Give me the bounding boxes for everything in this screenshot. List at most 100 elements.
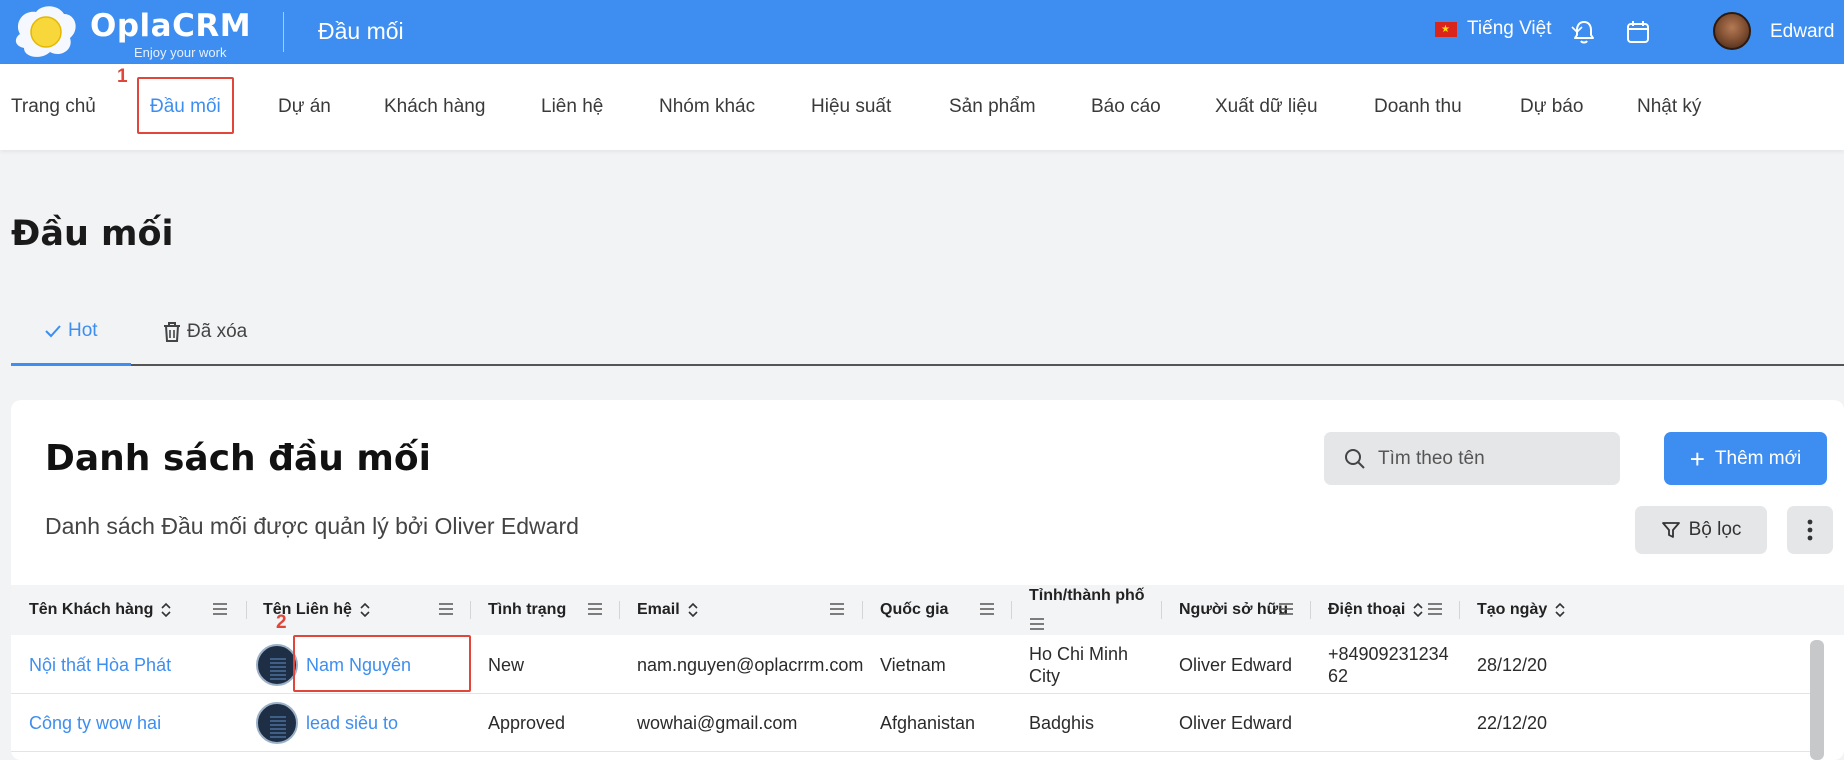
list-title: Danh sách đầu mối: [45, 438, 431, 479]
search-input[interactable]: [1378, 447, 1608, 470]
phone-cell: +8490923123462: [1328, 644, 1449, 686]
nav-item-contacts[interactable]: Liên hệ: [541, 96, 603, 118]
col-status-label: Tình trạng: [488, 601, 567, 618]
leads-card: Danh sách đầu mối Danh sách Đầu mối được…: [11, 400, 1844, 760]
created-cell: 28/12/20: [1477, 655, 1548, 675]
add-new-button[interactable]: + Thêm mới: [1664, 432, 1827, 485]
filter-button[interactable]: Bộ lọc: [1635, 506, 1767, 554]
annotation-number-2: 2: [276, 612, 287, 633]
col-city[interactable]: Tỉnh/thành phố: [1029, 585, 1145, 635]
column-menu-icon[interactable]: [1278, 602, 1294, 616]
nav-item-projects[interactable]: Dự án: [278, 96, 331, 118]
tab-hot[interactable]: Hot: [44, 320, 98, 342]
language-label: Tiếng Việt: [1467, 18, 1552, 39]
column-menu-icon[interactable]: [1427, 602, 1443, 616]
sort-icon[interactable]: [1555, 602, 1565, 618]
search-icon: [1345, 448, 1365, 469]
nav-item-reports[interactable]: Báo cáo: [1091, 96, 1161, 118]
column-menu-icon[interactable]: [438, 602, 454, 616]
logo-icon: [15, 6, 76, 57]
annotation-box-2: [293, 635, 471, 692]
column-menu-icon[interactable]: [212, 602, 228, 616]
nav-item-home[interactable]: Trang chủ: [11, 96, 96, 118]
annotation-box-1: [137, 77, 234, 134]
nav-item-performance[interactable]: Hiệu suất: [811, 96, 891, 118]
status-cell: New: [488, 655, 525, 675]
col-status[interactable]: Tình trạng: [488, 585, 566, 635]
more-vertical-icon: [1807, 519, 1813, 541]
more-options-button[interactable]: [1787, 506, 1833, 554]
nav-item-export[interactable]: Xuất dữ liệu: [1215, 96, 1318, 118]
nav-item-forecast[interactable]: Dự báo: [1520, 96, 1583, 118]
col-country-label: Quốc gia: [880, 601, 949, 618]
logo[interactable]: OplaCRM Enjoy your work: [8, 2, 252, 62]
vertical-scrollbar[interactable]: [1810, 640, 1824, 760]
nav-item-log[interactable]: Nhật ký: [1637, 96, 1701, 118]
tab-deleted[interactable]: Đã xóa: [161, 320, 247, 344]
created-cell: 22/12/20: [1477, 713, 1548, 733]
annotation-number-1: 1: [117, 66, 128, 87]
page-title: Đầu mối: [11, 214, 174, 254]
section-title: Đầu mối: [318, 18, 404, 44]
column-divider: [246, 601, 247, 619]
customer-link[interactable]: Nội thất Hòa Phát: [29, 636, 171, 694]
col-owner-label: Người sở hữu: [1179, 601, 1289, 618]
language-selector[interactable]: Tiếng Việt: [1435, 18, 1584, 40]
sort-icon[interactable]: [688, 602, 698, 618]
bell-icon[interactable]: [1570, 18, 1598, 46]
main-nav: Trang chủ Đầu mối Dự án Khách hàng Liên …: [0, 64, 1844, 150]
user-name[interactable]: Edward: [1770, 21, 1834, 43]
contact-avatar: [256, 644, 298, 686]
tab-deleted-label: Đã xóa: [187, 321, 248, 342]
status-cell: Approved: [488, 713, 566, 733]
contact-name: lead siêu to: [306, 713, 399, 733]
col-customer[interactable]: Tên Khách hàng: [29, 585, 172, 635]
column-menu-icon[interactable]: [1029, 617, 1045, 631]
col-owner[interactable]: Người sở hữu: [1179, 585, 1288, 635]
top-bar: OplaCRM Enjoy your work Đầu mối Tiếng Vi…: [0, 0, 1844, 64]
sort-icon[interactable]: [360, 602, 370, 618]
calendar-icon[interactable]: [1624, 18, 1652, 46]
col-city-label: Tỉnh/thành phố: [1029, 587, 1145, 604]
column-divider: [1459, 601, 1460, 619]
table-row[interactable]: Công ty wow hai lead siêu to Approved wo…: [11, 694, 1823, 752]
column-divider: [1161, 601, 1162, 619]
plus-icon: +: [1689, 443, 1705, 474]
col-country[interactable]: Quốc gia: [880, 585, 948, 635]
trash-icon: [164, 322, 180, 342]
col-created-label: Tạo ngày: [1477, 601, 1548, 618]
active-tab-indicator: [11, 363, 131, 366]
list-subtitle: Danh sách Đầu mối được quản lý bởi Olive…: [45, 513, 579, 539]
email-cell: nam.nguyen@oplacrrm.com: [637, 655, 864, 675]
contact-link[interactable]: lead siêu to: [256, 694, 398, 752]
col-email-label: Email: [637, 601, 680, 618]
column-menu-icon[interactable]: [979, 602, 995, 616]
add-new-label: Thêm mới: [1714, 447, 1802, 469]
col-email[interactable]: Email: [637, 585, 698, 635]
user-avatar[interactable]: [1713, 12, 1751, 50]
col-customer-label: Tên Khách hàng: [29, 601, 154, 618]
col-created[interactable]: Tạo ngày: [1477, 585, 1565, 635]
owner-cell: Oliver Edward: [1179, 655, 1293, 675]
column-divider: [862, 601, 863, 619]
city-cell: Badghis: [1029, 713, 1095, 733]
vietnam-flag-icon: [1435, 21, 1457, 37]
contact-avatar: [256, 702, 298, 744]
nav-item-customers[interactable]: Khách hàng: [384, 96, 485, 118]
column-menu-icon[interactable]: [587, 602, 603, 616]
nav-item-products[interactable]: Sản phẩm: [949, 96, 1036, 118]
divider: [283, 12, 284, 52]
check-icon: [45, 325, 61, 338]
search-box[interactable]: [1324, 432, 1620, 485]
table-row[interactable]: Nội thất Hòa Phát Nam Nguyên New nam.ngu…: [11, 636, 1823, 694]
sort-icon[interactable]: [1413, 602, 1423, 618]
sort-icon[interactable]: [161, 602, 172, 618]
nav-item-revenue[interactable]: Doanh thu: [1374, 96, 1462, 118]
col-phone[interactable]: Điện thoại: [1328, 585, 1423, 635]
column-menu-icon[interactable]: [829, 602, 845, 616]
customer-link[interactable]: Công ty wow hai: [29, 694, 161, 752]
brand-name: OplaCRM: [90, 8, 252, 44]
nav-item-other-groups[interactable]: Nhóm khác: [659, 96, 755, 118]
column-divider: [470, 601, 471, 619]
brand-tagline: Enjoy your work: [134, 45, 227, 60]
